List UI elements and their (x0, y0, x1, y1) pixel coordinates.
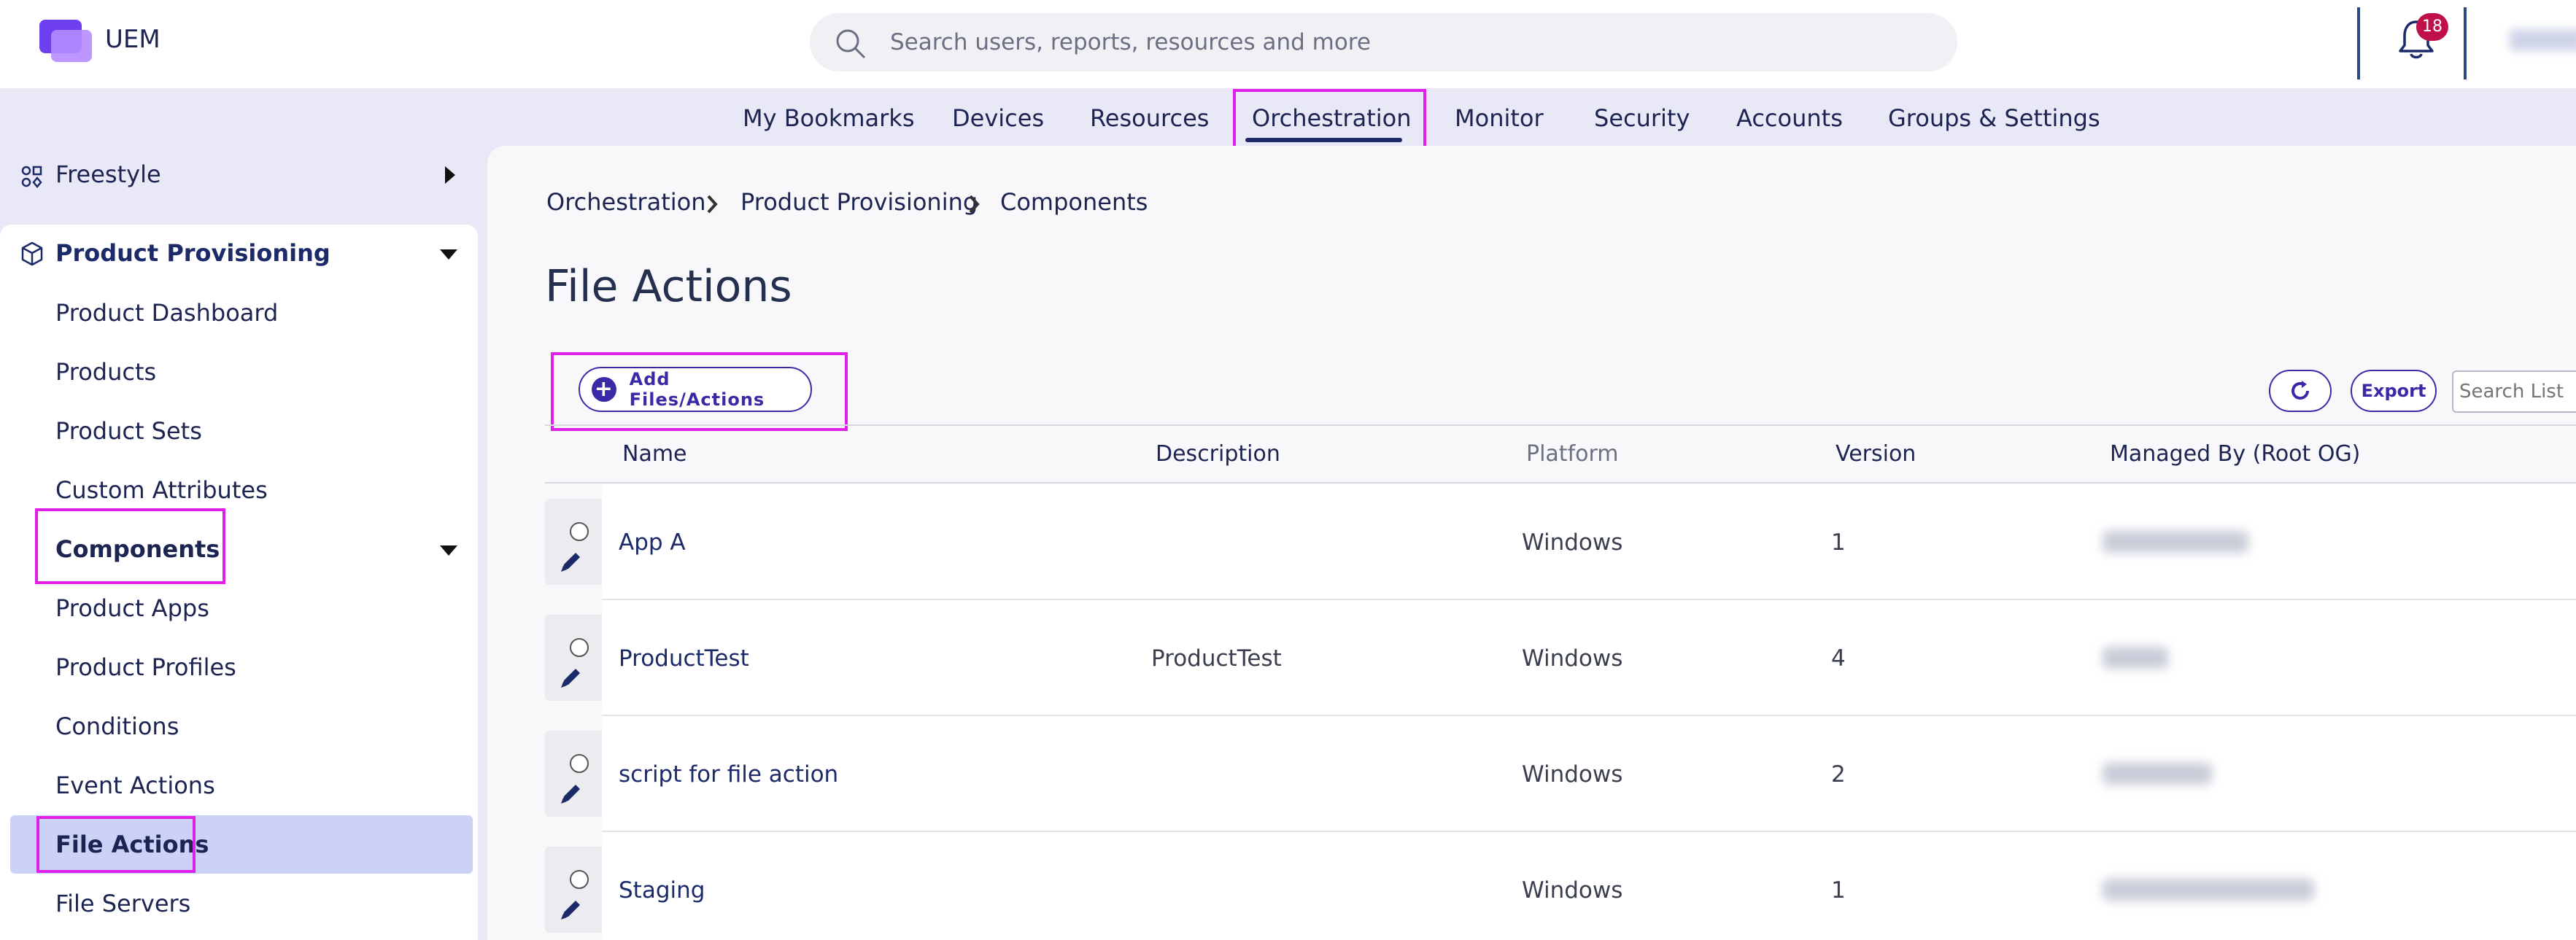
nav-active-indicator (1245, 138, 1402, 142)
table-row[interactable]: App A Windows 1 (545, 484, 2576, 600)
row-version: 4 (1831, 645, 1846, 672)
sidebar-item-product-apps[interactable]: Product Apps (55, 594, 209, 622)
sidebar-freestyle-label: Freestyle (55, 160, 161, 188)
nav-security[interactable]: Security (1594, 104, 1690, 132)
sidebar-item-product-profiles[interactable]: Product Profiles (55, 653, 236, 681)
column-header-description[interactable]: Description (1156, 441, 1280, 467)
chevron-right-icon (707, 195, 718, 214)
sidebar-item-products[interactable]: Products (55, 358, 156, 386)
row-version: 1 (1831, 877, 1846, 904)
row-name[interactable]: script for file action (619, 761, 838, 788)
row-platform: Windows (1522, 877, 1623, 904)
export-button[interactable]: Export (2351, 370, 2437, 412)
sidebar-item-product-dashboard[interactable]: Product Dashboard (55, 299, 278, 327)
table-top-border (545, 424, 2576, 426)
expand-right-icon (445, 166, 455, 184)
global-search-box[interactable] (810, 13, 1957, 71)
breadcrumb-components[interactable]: Components (1000, 188, 1148, 216)
row-platform: Windows (1522, 761, 1623, 788)
sidebar-item-file-actions[interactable]: File Actions (55, 831, 209, 858)
row-managed-by-redacted (2103, 531, 2248, 553)
row-managed-by-redacted (2103, 647, 2168, 669)
row-description: ProductTest (1151, 645, 1282, 672)
sidebar-item-event-actions[interactable]: Event Actions (55, 772, 215, 799)
nav-resources[interactable]: Resources (1090, 104, 1209, 132)
table-row[interactable]: ProductTest ProductTest Windows 4 (545, 600, 2576, 716)
collapse-down-icon[interactable] (440, 249, 457, 260)
sidebar-item-components[interactable]: Components (55, 535, 220, 563)
sidebar-item-conditions[interactable]: Conditions (55, 712, 179, 740)
user-menu[interactable] (2510, 29, 2576, 51)
collapse-down-icon[interactable] (440, 545, 457, 556)
row-name[interactable]: ProductTest (619, 645, 749, 672)
row-action-handle (545, 615, 602, 701)
row-name[interactable]: Staging (619, 877, 705, 904)
row-platform: Windows (1522, 529, 1623, 556)
refresh-button[interactable] (2269, 370, 2332, 412)
row-version: 1 (1831, 529, 1846, 556)
row-name[interactable]: App A (619, 529, 686, 556)
page-title: File Actions (545, 261, 792, 312)
app-logo[interactable] (39, 20, 92, 62)
nav-orchestration[interactable]: Orchestration (1252, 104, 1411, 132)
row-select-radio[interactable] (570, 870, 589, 889)
breadcrumb-orchestration[interactable]: Orchestration (546, 188, 705, 216)
search-icon (836, 29, 866, 59)
nav-devices[interactable]: Devices (952, 104, 1044, 132)
sidebar-freestyle[interactable]: Freestyle (0, 152, 481, 203)
edit-pencil-icon[interactable] (557, 663, 586, 692)
notification-count-badge: 18 (2416, 13, 2448, 41)
table-row[interactable]: Staging Windows 1 (545, 832, 2576, 940)
refresh-icon (2291, 381, 2309, 400)
row-action-handle (545, 499, 602, 585)
row-version: 2 (1831, 761, 1846, 788)
edit-pencil-icon[interactable] (557, 895, 586, 924)
app-header: UEM 18 (0, 0, 2576, 88)
nav-my-bookmarks[interactable]: My Bookmarks (743, 104, 915, 132)
header-divider (2464, 7, 2467, 79)
row-action-handle (545, 731, 602, 817)
nav-groups-settings[interactable]: Groups & Settings (1888, 104, 2100, 132)
table-row[interactable]: script for file action Windows 2 (545, 716, 2576, 832)
sidebar-item-file-servers[interactable]: File Servers (55, 890, 190, 917)
row-action-handle (545, 847, 602, 933)
sidebar-item-custom-attributes[interactable]: Custom Attributes (55, 476, 268, 504)
table-header-border (545, 482, 2576, 483)
edit-pencil-icon[interactable] (557, 547, 586, 576)
nav-accounts[interactable]: Accounts (1736, 104, 1843, 132)
global-search-input[interactable] (890, 25, 1911, 60)
row-select-radio[interactable] (570, 754, 589, 773)
chevron-right-icon (969, 195, 980, 214)
row-managed-by-redacted (2103, 763, 2212, 785)
column-header-version[interactable]: Version (1836, 441, 1916, 467)
plus-circle-icon: + (592, 377, 616, 402)
edit-pencil-icon[interactable] (557, 779, 586, 808)
add-files-actions-button[interactable]: + Add Files/Actions (579, 367, 812, 412)
header-divider (2357, 7, 2360, 79)
freestyle-icon (21, 166, 42, 188)
search-list-input[interactable] (2452, 370, 2576, 413)
row-select-radio[interactable] (570, 522, 589, 541)
add-files-actions-label: Add Files/Actions (629, 369, 765, 410)
sidebar-item-product-sets[interactable]: Product Sets (55, 417, 202, 445)
row-select-radio[interactable] (570, 638, 589, 657)
sidebar-section-product-provisioning[interactable]: Product Provisioning (55, 239, 330, 267)
column-header-name[interactable]: Name (622, 441, 687, 467)
row-managed-by-redacted (2103, 879, 2314, 901)
column-header-managed-by[interactable]: Managed By (Root OG) (2110, 441, 2360, 467)
breadcrumb-product-provisioning[interactable]: Product Provisioning (740, 188, 978, 216)
product-provisioning-icon (21, 241, 43, 266)
column-header-platform[interactable]: Platform (1526, 441, 1619, 467)
nav-monitor[interactable]: Monitor (1455, 104, 1544, 132)
row-platform: Windows (1522, 645, 1623, 672)
app-name: UEM (105, 25, 160, 54)
